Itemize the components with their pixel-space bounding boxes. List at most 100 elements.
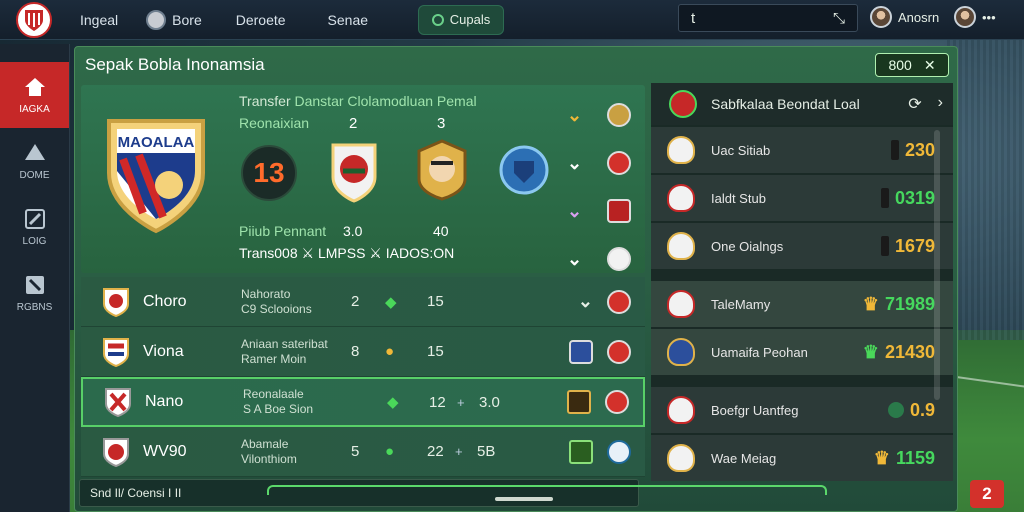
crest-text: MAOALAA bbox=[118, 134, 195, 151]
brand-text: Ingeal bbox=[80, 11, 119, 28]
red-club-badge[interactable] bbox=[325, 141, 383, 203]
leaderboard-row[interactable]: Uamaifa Peohan ♛ 21430 bbox=[651, 329, 953, 375]
search-text: t bbox=[691, 9, 696, 27]
list-item-selected[interactable]: Nano Reonalaale S A Boe Sion ◆ 12 + 3.0 bbox=[81, 377, 645, 427]
user-profile[interactable]: Anosrn bbox=[870, 6, 939, 28]
club-name: WV90 bbox=[143, 442, 187, 460]
expand-icon[interactable]: ⤡ bbox=[833, 10, 845, 27]
up-icon: ♛ bbox=[862, 341, 879, 362]
leaderboard-name: TaleMamy bbox=[711, 296, 771, 312]
club-crest-large: MAOALAA bbox=[107, 119, 205, 234]
chevron-icon[interactable]: ⌄ bbox=[578, 291, 593, 312]
leaderboard-row[interactable]: Ialdt Stub 0319 bbox=[651, 175, 953, 221]
shield-token-icon bbox=[607, 199, 631, 223]
red-token-icon[interactable] bbox=[607, 339, 631, 364]
gold-player-badge[interactable] bbox=[413, 139, 471, 201]
rail-label: LOIG bbox=[22, 235, 47, 247]
blue-club-badge[interactable] bbox=[499, 145, 549, 195]
diamond-icon: ◆ bbox=[387, 394, 399, 411]
white-token-icon bbox=[607, 247, 631, 271]
bar-icon bbox=[890, 140, 899, 160]
pencil-icon bbox=[25, 275, 44, 294]
nav-item-deroete[interactable]: Deroete bbox=[236, 12, 286, 28]
rail-item-loig[interactable]: LOIG bbox=[0, 194, 69, 260]
ball-icon bbox=[24, 143, 45, 160]
gold-token-icon bbox=[607, 103, 631, 127]
chevron-right-icon[interactable]: › bbox=[938, 94, 943, 114]
quick-action-row[interactable]: ⌄ bbox=[567, 91, 631, 139]
rail-label: DOME bbox=[19, 169, 50, 181]
nav-label: Deroete bbox=[235, 11, 286, 28]
white-token-icon[interactable] bbox=[607, 439, 631, 464]
leaderboard-row[interactable]: Boefgr Uantfeg 0.9 bbox=[651, 387, 953, 433]
green-token-icon[interactable] bbox=[569, 439, 593, 464]
leaderboard-row[interactable]: Uac Sitiab 230 bbox=[651, 127, 953, 173]
nav-item-senae[interactable]: Senae bbox=[328, 12, 368, 28]
club-desc: Aniaan sateribat Ramer Moin bbox=[241, 336, 328, 366]
squad-number: 13 bbox=[241, 145, 297, 201]
trophy-icon: ♛ bbox=[873, 447, 890, 468]
rail-item-rgbns[interactable]: RGBNS bbox=[0, 260, 69, 326]
user-menu[interactable]: ••• bbox=[954, 6, 996, 28]
plus-icon: + bbox=[457, 394, 465, 410]
brand-label[interactable]: Ingeal bbox=[80, 12, 118, 28]
row-value: 22 bbox=[427, 443, 444, 460]
club-crest-icon bbox=[667, 290, 695, 318]
close-button[interactable]: 800 ✕ bbox=[875, 53, 949, 77]
refresh-icon[interactable]: ⟳ bbox=[908, 94, 921, 114]
leaderboard-row[interactable]: Wae Meiag ♛ 1159 bbox=[651, 435, 953, 481]
leaderboard-row[interactable]: TaleMamy ♛ 71989 bbox=[651, 281, 953, 327]
rail-item-dome[interactable]: DOME bbox=[0, 128, 69, 194]
profile-icon bbox=[146, 9, 167, 30]
home-icon bbox=[24, 77, 45, 96]
cups-label: Cupals bbox=[449, 12, 491, 27]
cup-icon bbox=[431, 13, 444, 26]
bar-icon bbox=[880, 188, 889, 208]
club-crest-icon bbox=[103, 287, 129, 317]
leaderboard-value: 0319 bbox=[880, 188, 935, 209]
user-name: Anosrn bbox=[898, 9, 940, 25]
leaderboard-value: 1679 bbox=[880, 236, 935, 257]
list-item[interactable]: Choro Nahorato C9 Sclooions 2 ◆ 15 ⌄ bbox=[81, 277, 645, 327]
col2-value: 2 bbox=[349, 115, 358, 132]
notification-badge[interactable]: 2 bbox=[970, 480, 1004, 508]
blue-token-icon[interactable] bbox=[569, 339, 593, 364]
gold-token-icon[interactable] bbox=[567, 390, 591, 414]
quick-action-row[interactable]: ⌄ bbox=[567, 235, 631, 283]
list-item[interactable]: WV90 Abamale Vilonthiom 5 ● 22 + 5B bbox=[81, 427, 645, 477]
club-desc: Abamale Vilonthiom bbox=[241, 436, 297, 466]
rail-item-home[interactable]: IAGKA bbox=[0, 62, 69, 128]
coin-icon: ● bbox=[385, 443, 395, 460]
trophy-icon: ♛ bbox=[862, 293, 879, 314]
list-item[interactable]: Viona Aniaan sateribat Ramer Moin 8 ● 15 bbox=[81, 327, 645, 377]
leaderboard-name: Uamaifa Peohan bbox=[711, 344, 808, 360]
search-input[interactable]: t ⤡ bbox=[678, 4, 858, 32]
club-crest-icon bbox=[669, 90, 697, 118]
chevron-icon: ⌄ bbox=[567, 152, 583, 173]
row-actions bbox=[569, 439, 631, 464]
quick-action-row[interactable]: ⌄ bbox=[567, 139, 631, 187]
cups-button[interactable]: Cupals bbox=[418, 4, 505, 35]
club-logo[interactable] bbox=[16, 1, 52, 38]
more-icon: ••• bbox=[982, 9, 996, 25]
quick-action-row[interactable]: ⌄ bbox=[567, 187, 631, 235]
transfer-label: Transfer Danstar Clolamodluan Pemal bbox=[239, 93, 477, 109]
close-icon[interactable]: ✕ bbox=[924, 57, 936, 74]
leaderboard-panel: Sabfkalaa Beondat Loal ⟳ › Uac Sitiab 230… bbox=[651, 83, 953, 481]
chevron-icon: ⌄ bbox=[567, 104, 583, 125]
leaderboard-row[interactable]: One Oialngs 1679 bbox=[651, 223, 953, 269]
diamond-icon: ◆ bbox=[385, 293, 397, 311]
row-value: 15 bbox=[427, 293, 444, 310]
red-token-icon[interactable] bbox=[607, 289, 631, 314]
club-crest-icon bbox=[667, 184, 695, 212]
club-crest-icon bbox=[667, 396, 695, 424]
club-crest-icon bbox=[103, 337, 129, 367]
drag-handle[interactable] bbox=[495, 497, 553, 501]
nav-item-bore[interactable]: Bore bbox=[146, 9, 202, 30]
leaderboard-value: 0.9 bbox=[887, 400, 935, 421]
col3-value: 3 bbox=[437, 115, 446, 132]
red-token-icon[interactable] bbox=[605, 390, 629, 414]
scrollbar[interactable] bbox=[934, 130, 940, 400]
leaderboard-name: Boefgr Uantfeg bbox=[711, 402, 799, 418]
chevron-icon: ⌄ bbox=[567, 200, 583, 221]
